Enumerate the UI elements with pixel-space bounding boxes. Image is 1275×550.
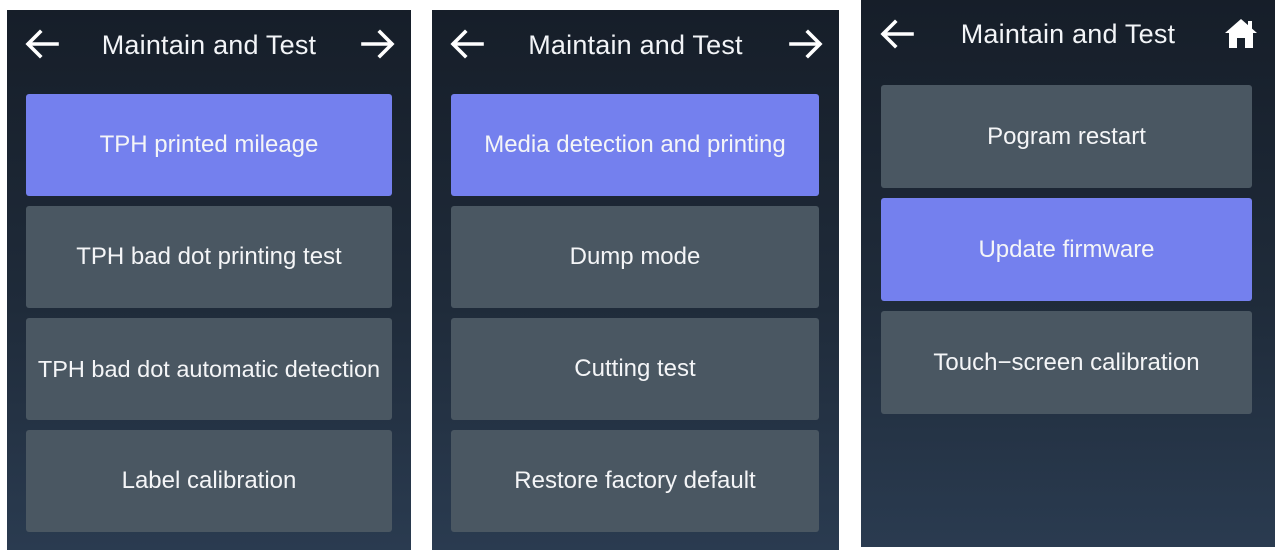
menu-item-label: Touch−screen calibration — [933, 348, 1200, 376]
page-title: Maintain and Test — [960, 19, 1176, 49]
menu-item-label-calibration[interactable]: Label calibration — [26, 430, 392, 532]
menu-item-label: Cutting test — [574, 355, 696, 382]
page-title: Maintain and Test — [101, 30, 317, 60]
arrow-right-icon — [361, 29, 395, 59]
menu-item-program-restart[interactable]: Pogram restart — [881, 85, 1252, 188]
menu-item-tph-bad-dot-automatic-detection[interactable]: TPH bad dot automatic detection — [26, 318, 392, 420]
arrow-right-icon — [789, 29, 823, 59]
menu-item-label: Dump mode — [569, 243, 701, 270]
menu-item-label: TPH printed mileage — [99, 131, 319, 158]
menu-item-restore-factory-default[interactable]: Restore factory default — [451, 430, 819, 532]
menu-item-media-detection-and-printing[interactable]: Media detection and printing — [451, 94, 819, 196]
maintain-test-screen-3: Maintain and Test Pogram restart Update … — [861, 0, 1275, 547]
menu-item-cutting-test[interactable]: Cutting test — [451, 318, 819, 420]
menu-item-dump-mode[interactable]: Dump mode — [451, 206, 819, 308]
maintain-test-screen-1: Maintain and Test TPH printed mileage TP… — [7, 10, 411, 550]
page-title: Maintain and Test — [528, 30, 743, 60]
menu-item-update-firmware[interactable]: Update firmware — [881, 198, 1252, 301]
forward-button[interactable] — [357, 26, 397, 62]
menu-item-tph-printed-mileage[interactable]: TPH printed mileage — [26, 94, 392, 196]
menu-item-label: Restore factory default — [514, 467, 756, 494]
menu-item-label: TPH bad dot printing test — [76, 243, 342, 270]
menu-item-label: TPH bad dot automatic detection — [37, 355, 381, 382]
menu-item-label: Update firmware — [978, 235, 1155, 263]
menu-item-label: Label calibration — [121, 467, 297, 494]
home-button[interactable] — [1221, 15, 1261, 51]
screen-header: Maintain and Test — [432, 10, 839, 80]
menu-item-label: Media detection and printing — [484, 131, 786, 158]
menu-item-tph-bad-dot-printing-test[interactable]: TPH bad dot printing test — [26, 206, 392, 308]
forward-button[interactable] — [785, 26, 825, 62]
screen-header: Maintain and Test — [7, 10, 411, 80]
menu-item-label: Pogram restart — [987, 122, 1146, 150]
maintain-test-screen-2: Maintain and Test Media detection and pr… — [432, 10, 839, 550]
menu-item-touch-screen-calibration[interactable]: Touch−screen calibration — [881, 311, 1252, 414]
screen-header: Maintain and Test — [861, 0, 1275, 72]
home-icon — [1225, 19, 1257, 48]
